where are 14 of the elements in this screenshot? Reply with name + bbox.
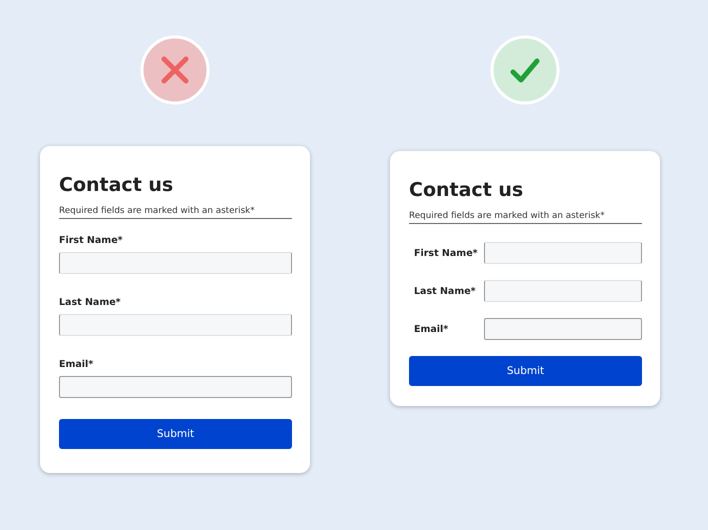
- field-label: Email*: [414, 324, 450, 334]
- field-label: Email*: [59, 359, 94, 370]
- required-note: Required fields are marked with an asterisk*: [409, 211, 642, 224]
- field-label: First Name*: [414, 248, 479, 258]
- required-note: Required fields are marked with an asterisk*: [59, 206, 292, 219]
- field-label: First Name*: [59, 235, 124, 246]
- submit-button[interactable]: Submit: [59, 419, 292, 449]
- input-field[interactable]: [59, 376, 292, 398]
- form-title: Contact us: [59, 174, 174, 196]
- form-title: Contact us: [409, 179, 524, 201]
- submit-button[interactable]: Submit: [409, 356, 642, 386]
- field-label: Last Name*: [414, 286, 477, 296]
- field-label: Last Name*: [59, 297, 122, 308]
- input-field[interactable]: [484, 318, 642, 340]
